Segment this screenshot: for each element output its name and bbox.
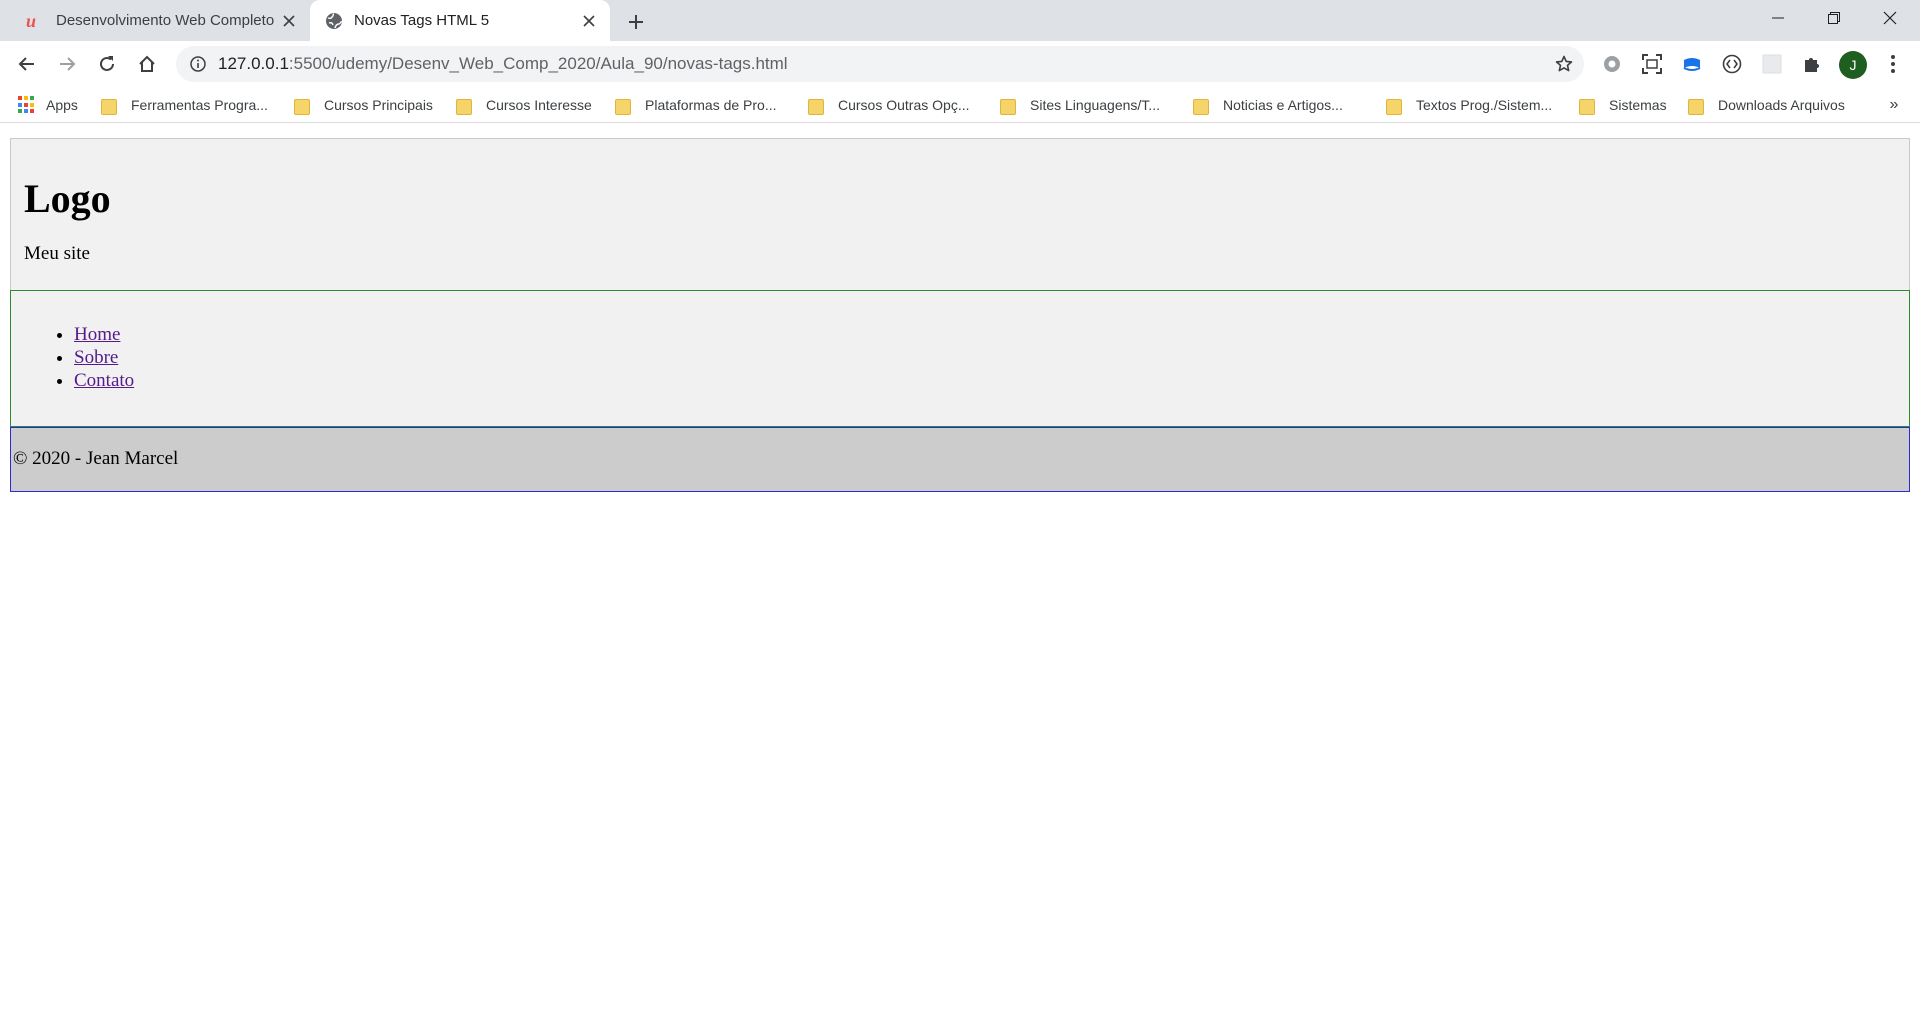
- tab-strip: u Desenvolvimento Web Completo Novas Tag…: [0, 0, 1920, 41]
- bookmarks-overflow-button[interactable]: »: [1882, 93, 1906, 117]
- close-icon[interactable]: [576, 8, 602, 34]
- svg-text:u: u: [26, 13, 36, 29]
- bookmark-folder[interactable]: Ferramentas Progra...: [101, 93, 268, 117]
- star-icon[interactable]: [1552, 52, 1576, 76]
- folder-icon: [1386, 97, 1402, 115]
- home-button[interactable]: [130, 47, 164, 81]
- footer-copyright: © 2020 - Jean Marcel: [13, 448, 179, 469]
- url-host: 127.0.0.1: [218, 54, 289, 73]
- nav-link-home[interactable]: Home: [74, 324, 120, 345]
- bookmark-folder[interactable]: Noticias e Artigos...: [1193, 93, 1343, 117]
- tab-desenvolvimento-web[interactable]: u Desenvolvimento Web Completo: [12, 0, 310, 41]
- page-viewport: Logo Meu site Home Sobre Contato © 2020 …: [0, 124, 1920, 1030]
- tab-title: Desenvolvimento Web Completo: [56, 12, 275, 29]
- apps-grid-icon: [18, 96, 36, 114]
- site-container: Logo Meu site Home Sobre Contato © 2020 …: [10, 138, 1910, 492]
- folder-icon: [1000, 97, 1016, 115]
- site-footer: © 2020 - Jean Marcel: [10, 427, 1910, 492]
- url-path: :5500/udemy/Desenv_Web_Comp_2020/Aula_90…: [288, 54, 788, 73]
- folder-icon: [808, 97, 824, 115]
- bookmark-label: Cursos Principais: [324, 97, 433, 113]
- nav-item-sobre: Sobre: [74, 346, 1909, 369]
- address-bar[interactable]: 127.0.0.1:5500/udemy/Desenv_Web_Comp_202…: [176, 46, 1584, 82]
- udemy-icon: u: [26, 11, 46, 31]
- new-tab-button[interactable]: [620, 6, 652, 38]
- tab-novas-tags[interactable]: Novas Tags HTML 5: [310, 0, 610, 41]
- nav-list: Home Sobre Contato: [11, 323, 1909, 392]
- folder-icon: [101, 97, 117, 115]
- code-extension-icon[interactable]: [1719, 51, 1745, 77]
- bookmark-folder[interactable]: Cursos Interesse: [456, 93, 592, 117]
- arrow-right-icon: [60, 57, 76, 71]
- close-icon[interactable]: [276, 8, 302, 34]
- puzzle-icon[interactable]: [1799, 51, 1825, 77]
- profile-avatar[interactable]: J: [1839, 51, 1867, 79]
- bookmark-label: Cursos Interesse: [486, 97, 592, 113]
- extension-gear-icon[interactable]: [1599, 51, 1625, 77]
- bookmark-label: Sistemas: [1609, 97, 1667, 113]
- folder-icon: [1579, 97, 1595, 115]
- folder-icon: [1193, 97, 1209, 115]
- bookmark-folder[interactable]: Plataformas de Pro...: [615, 93, 777, 117]
- bookmark-label: Cursos Outras Opç...: [838, 97, 970, 113]
- screenshot-extension-icon[interactable]: [1639, 51, 1665, 77]
- site-header: Logo Meu site: [10, 138, 1910, 290]
- restore-icon: [1828, 12, 1840, 24]
- globe-icon: [324, 11, 344, 31]
- bookmark-label: Noticias e Artigos...: [1223, 97, 1343, 113]
- bookmark-folder[interactable]: Sites Linguagens/T...: [1000, 93, 1160, 117]
- more-vert-icon[interactable]: [1880, 51, 1906, 77]
- forward-button[interactable]: [50, 47, 84, 81]
- bookmark-label: Textos Prog./Sistem...: [1416, 97, 1553, 113]
- plus-icon: [629, 15, 643, 29]
- back-button[interactable]: [10, 47, 44, 81]
- bookmarks-bar: Apps Ferramentas Progra... Cursos Princi…: [0, 87, 1920, 123]
- bookmark-label: Downloads Arquivos: [1718, 97, 1845, 113]
- bookmark-label: Sites Linguagens/T...: [1030, 97, 1160, 113]
- nav-link-contato[interactable]: Contato: [74, 370, 134, 391]
- bookmark-label: Plataformas de Pro...: [645, 97, 777, 113]
- bookmark-label: Apps: [46, 97, 78, 113]
- url-text: 127.0.0.1:5500/udemy/Desenv_Web_Comp_202…: [218, 54, 788, 74]
- nav-item-home: Home: [74, 323, 1909, 346]
- close-window-button[interactable]: [1862, 0, 1918, 36]
- folder-icon: [1688, 97, 1704, 115]
- folder-icon: [456, 97, 472, 115]
- site-nav: Home Sobre Contato: [10, 290, 1910, 427]
- minimize-icon: [1772, 17, 1784, 19]
- arrow-left-icon: [18, 57, 34, 71]
- reload-button[interactable]: [90, 47, 124, 81]
- folder-icon: [615, 97, 631, 115]
- nav-link-sobre[interactable]: Sobre: [74, 347, 118, 368]
- nav-item-contato: Contato: [74, 369, 1909, 392]
- bookmark-folder[interactable]: Sistemas: [1579, 93, 1667, 117]
- reload-icon: [100, 56, 114, 71]
- folder-icon: [294, 97, 310, 115]
- bookmark-folder[interactable]: Cursos Principais: [294, 93, 433, 117]
- home-icon: [139, 55, 155, 72]
- browser-toolbar: 127.0.0.1:5500/udemy/Desenv_Web_Comp_202…: [0, 41, 1920, 87]
- bookmark-folder[interactable]: Textos Prog./Sistem...: [1386, 93, 1552, 117]
- restore-button[interactable]: [1806, 0, 1862, 36]
- close-icon: [1883, 11, 1897, 25]
- bookmark-apps[interactable]: Apps: [18, 93, 78, 117]
- bookmark-folder[interactable]: Downloads Arquivos: [1688, 93, 1845, 117]
- tab-title: Novas Tags HTML 5: [354, 12, 490, 29]
- bookmark-folder[interactable]: Cursos Outras Opç...: [808, 93, 969, 117]
- bookmark-label: Ferramentas Progra...: [131, 97, 268, 113]
- minimize-button[interactable]: [1750, 0, 1806, 36]
- blank-extension-icon[interactable]: [1759, 51, 1785, 77]
- book-extension-icon[interactable]: [1679, 51, 1705, 77]
- info-icon[interactable]: [186, 52, 210, 76]
- logo-heading: Logo: [24, 176, 111, 221]
- site-subtitle: Meu site: [24, 243, 90, 264]
